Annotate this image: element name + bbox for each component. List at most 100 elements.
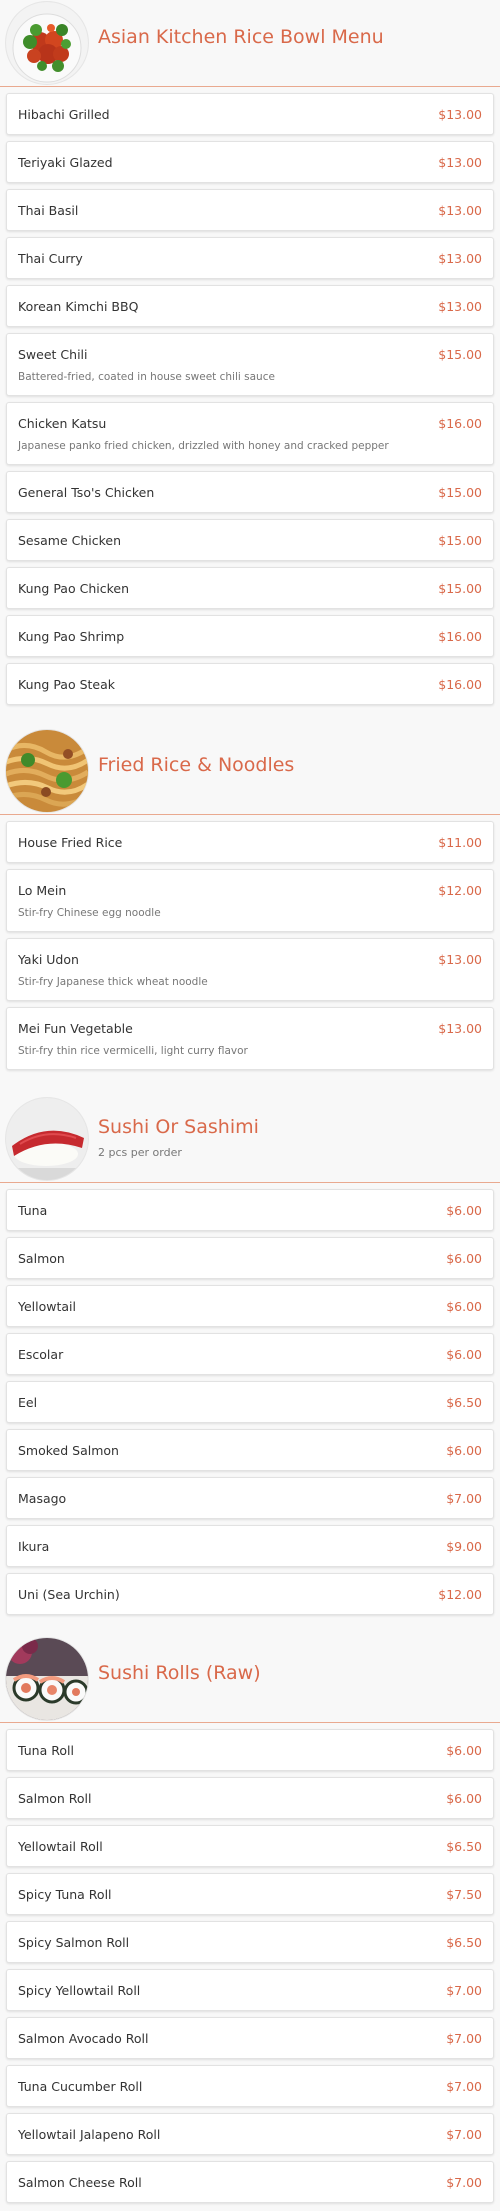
menu-item[interactable]: Chicken Katsu $16.00 Japanese panko fried … [6, 402, 494, 465]
menu-item-list: Tuna $6.00 Salmon $6.00 Yellowtail $6.00 Es… [0, 1189, 500, 1615]
menu-item[interactable]: Yellowtail $6.00 [6, 1285, 494, 1327]
menu-item[interactable]: Salmon Cheese Roll $7.00 [6, 2161, 494, 2203]
menu-item[interactable]: House Fried Rice $11.00 [6, 821, 494, 863]
section-header: Fried Rice & Noodles [0, 728, 500, 815]
item-price: $15.00 [438, 533, 482, 548]
item-name: Masago [18, 1491, 67, 1506]
menu-item-list: House Fried Rice $11.00 Lo Mein $12.00 Stir… [0, 821, 500, 1070]
menu-item[interactable]: Thai Basil $13.00 [6, 189, 494, 231]
item-price: $13.00 [438, 203, 482, 218]
item-price: $6.00 [446, 1743, 482, 1758]
sushi-rolls-photo [5, 1637, 89, 1721]
item-price: $7.00 [446, 1983, 482, 1998]
section-rice-bowl: Asian Kitchen Rice Bowl Menu Hibachi Gri… [0, 0, 500, 705]
item-name: Korean Kimchi BBQ [18, 299, 139, 314]
item-name: Spicy Yellowtail Roll [18, 1983, 141, 1998]
item-price: $13.00 [438, 251, 482, 266]
menu-item[interactable]: Tuna Roll $6.00 [6, 1729, 494, 1771]
menu-item[interactable]: Tuna Cucumber Roll $7.00 [6, 2065, 494, 2107]
item-price: $6.50 [446, 1395, 482, 1410]
menu-item[interactable]: Escolar $6.00 [6, 1333, 494, 1375]
item-name: Spicy Tuna Roll [18, 1887, 112, 1902]
item-price: $6.00 [446, 1791, 482, 1806]
item-description: Stir-fry Chinese egg noodle [18, 907, 161, 919]
item-price: $7.50 [446, 1887, 482, 1902]
menu-item[interactable]: Hibachi Grilled $13.00 [6, 93, 494, 135]
item-price: $13.00 [438, 155, 482, 170]
item-description: Japanese panko fried chicken, drizzled w… [18, 440, 389, 452]
menu-item[interactable]: Kung Pao Steak $16.00 [6, 663, 494, 705]
menu-item[interactable]: General Tso's Chicken $15.00 [6, 471, 494, 513]
section-title: Asian Kitchen Rice Bowl Menu [98, 26, 384, 48]
menu-item[interactable]: Salmon Avocado Roll $7.00 [6, 2017, 494, 2059]
item-price: $16.00 [438, 416, 482, 431]
item-name: Sesame Chicken [18, 533, 122, 548]
item-name: Teriyaki Glazed [18, 155, 113, 170]
item-name: Ikura [18, 1539, 50, 1554]
item-name: Lo Mein [18, 883, 67, 898]
item-name: Escolar [18, 1347, 64, 1362]
menu-item[interactable]: Ikura $9.00 [6, 1525, 494, 1567]
item-name: Tuna Cucumber Roll [18, 2079, 143, 2094]
menu-item[interactable]: Uni (Sea Urchin) $12.00 [6, 1573, 494, 1615]
menu-item[interactable]: Spicy Salmon Roll $6.50 [6, 1921, 494, 1963]
item-price: $6.50 [446, 1935, 482, 1950]
item-name: Thai Basil [18, 203, 79, 218]
item-name: Yaki Udon [18, 952, 79, 967]
menu-item[interactable]: Lo Mein $12.00 Stir-fry Chinese egg noodle [6, 869, 494, 932]
menu-item[interactable]: Mei Fun Vegetable $13.00 Stir-fry thin ric… [6, 1007, 494, 1070]
menu-item[interactable]: Smoked Salmon $6.00 [6, 1429, 494, 1471]
item-name: Kung Pao Steak [18, 677, 116, 692]
item-name: Eel [18, 1395, 38, 1410]
lo-mein-noodles-photo [5, 729, 89, 813]
menu-item-list: Tuna Roll $6.00 Salmon Roll $6.00 Yellowta… [0, 1729, 500, 2203]
item-name: Salmon Roll [18, 1791, 92, 1806]
item-price: $12.00 [438, 1587, 482, 1602]
item-price: $7.00 [446, 2079, 482, 2094]
section-header: Asian Kitchen Rice Bowl Menu [0, 0, 500, 87]
menu-item[interactable]: Yellowtail Jalapeno Roll $7.00 [6, 2113, 494, 2155]
item-name: Yellowtail [18, 1299, 76, 1314]
menu-item[interactable]: Kung Pao Shrimp $16.00 [6, 615, 494, 657]
item-price: $13.00 [438, 299, 482, 314]
item-name: Thai Curry [18, 251, 83, 266]
item-name: Salmon [18, 1251, 65, 1266]
item-name: Kung Pao Shrimp [18, 629, 125, 644]
item-name: Smoked Salmon [18, 1443, 119, 1458]
menu-item[interactable]: Yaki Udon $13.00 Stir-fry Japanese thick w… [6, 938, 494, 1001]
item-price: $11.00 [438, 835, 482, 850]
item-name: Spicy Salmon Roll [18, 1935, 130, 1950]
menu-item[interactable]: Sweet Chili $15.00 Battered-fried, coated … [6, 333, 494, 396]
item-name: Yellowtail Roll [18, 1839, 103, 1854]
menu-item-list: Hibachi Grilled $13.00 Teriyaki Glazed $13… [0, 93, 500, 705]
menu-item[interactable]: Tuna $6.00 [6, 1189, 494, 1231]
item-price: $9.00 [446, 1539, 482, 1554]
menu-item[interactable]: Spicy Tuna Roll $7.50 [6, 1873, 494, 1915]
item-price: $15.00 [438, 347, 482, 362]
menu-item[interactable]: Kung Pao Chicken $15.00 [6, 567, 494, 609]
item-price: $16.00 [438, 629, 482, 644]
item-price: $16.00 [438, 677, 482, 692]
item-price: $13.00 [438, 107, 482, 122]
menu-item[interactable]: Teriyaki Glazed $13.00 [6, 141, 494, 183]
menu-item[interactable]: Spicy Yellowtail Roll $7.00 [6, 1969, 494, 2011]
orange-chicken-bowl-photo [5, 1, 89, 85]
menu-item[interactable]: Yellowtail Roll $6.50 [6, 1825, 494, 1867]
item-name: Mei Fun Vegetable [18, 1021, 133, 1036]
menu-item[interactable]: Thai Curry $13.00 [6, 237, 494, 279]
menu-item[interactable]: Sesame Chicken $15.00 [6, 519, 494, 561]
menu-item[interactable]: Salmon $6.00 [6, 1237, 494, 1279]
menu-item[interactable]: Masago $7.00 [6, 1477, 494, 1519]
menu-item[interactable]: Eel $6.50 [6, 1381, 494, 1423]
item-name: Salmon Cheese Roll [18, 2175, 142, 2190]
item-name: Uni (Sea Urchin) [18, 1587, 120, 1602]
section-sushi-sashimi: Sushi Or Sashimi 2 pcs per order Tuna $6.… [0, 1096, 500, 1615]
item-name: Chicken Katsu [18, 416, 107, 431]
menu-item[interactable]: Salmon Roll $6.00 [6, 1777, 494, 1819]
item-price: $7.00 [446, 1491, 482, 1506]
menu-item[interactable]: Korean Kimchi BBQ $13.00 [6, 285, 494, 327]
item-price: $12.00 [438, 883, 482, 898]
item-price: $7.00 [446, 2031, 482, 2046]
item-name: Kung Pao Chicken [18, 581, 129, 596]
item-description: Battered-fried, coated in house sweet ch… [18, 371, 275, 383]
